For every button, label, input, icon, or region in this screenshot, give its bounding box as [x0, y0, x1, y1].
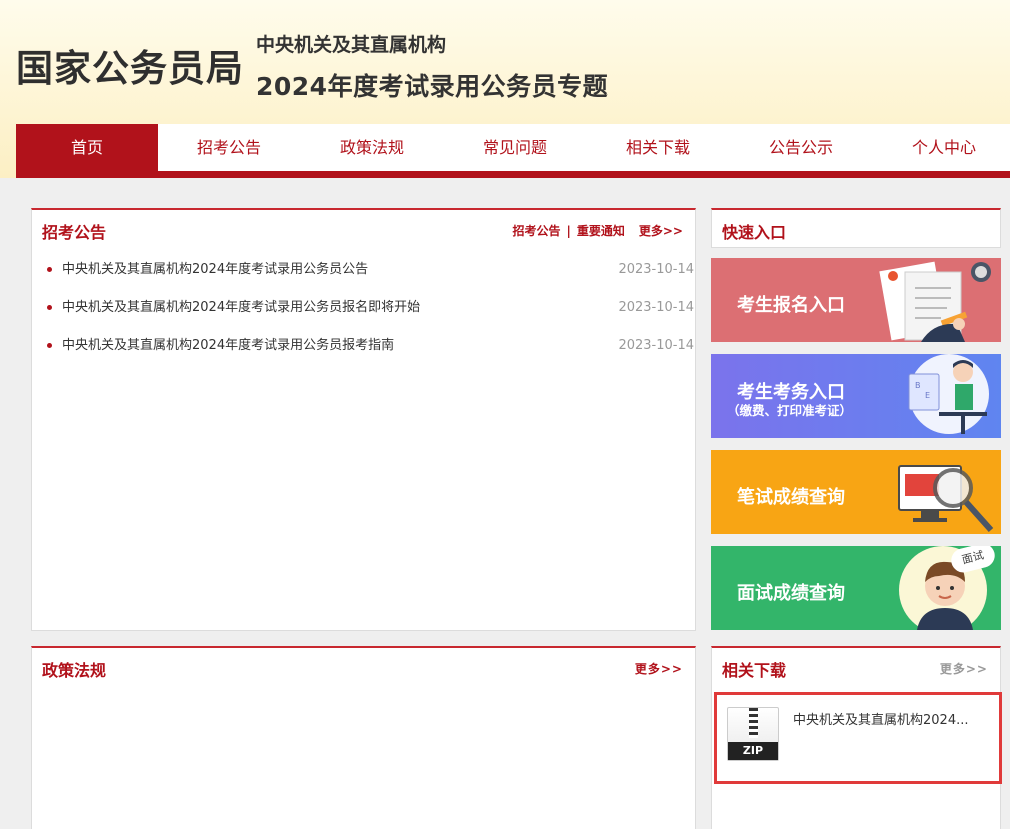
bullet-icon	[47, 343, 52, 348]
list-item-date: 2023-10-14	[618, 262, 694, 277]
zip-label: ZIP	[728, 742, 778, 760]
downloads-title: 相关下载	[722, 661, 787, 680]
topic-title: 中央机关及其直属机构 2024年度考试录用公务员专题	[256, 30, 608, 103]
quick-entry-header: 快速入口	[711, 208, 1001, 248]
announcements-list: 中央机关及其直属机构2024年度考试录用公务员公告 2023-10-14 中央机…	[44, 262, 694, 376]
exam-affairs-entry-button[interactable]: 考生考务入口 （缴费、打印准考证） B E	[711, 354, 1001, 438]
topic-title-line1: 中央机关及其直属机构	[256, 34, 447, 56]
announcements-panel: 招考公告 招考公告 | 重要通知 更多>> 中央机关及其直属机构2024年度考试录用公…	[31, 208, 696, 631]
form-document-icon	[879, 261, 991, 342]
link-separator: |	[566, 224, 571, 238]
nav-personal-center[interactable]: 个人中心	[873, 124, 1010, 172]
magnifier-monitor-icon	[898, 465, 994, 532]
written-exam-score-button[interactable]: 笔试成绩查询	[711, 450, 1001, 534]
policy-panel: 政策法规 更多>>	[31, 646, 696, 829]
written-exam-score-label: 笔试成绩查询	[737, 487, 845, 508]
nav-faq[interactable]: 常见问题	[444, 124, 586, 172]
main-nav: 首页 招考公告 政策法规 常见问题 相关下载 公告公示 个人中心	[16, 124, 1010, 172]
svg-text:B: B	[915, 381, 921, 390]
bullet-icon	[47, 267, 52, 272]
svg-text:E: E	[925, 391, 930, 400]
site-logo[interactable]: 国家公务员局	[16, 38, 244, 92]
download-item[interactable]: ZIP 中央机关及其直属机构2024...	[714, 692, 1002, 784]
announcements-more-link[interactable]: 更多>>	[639, 224, 683, 238]
nav-downloads[interactable]: 相关下载	[587, 124, 729, 172]
nav-announcements[interactable]: 招考公告	[158, 124, 300, 172]
list-item-title[interactable]: 中央机关及其直属机构2024年度考试录用公务员报考指南	[62, 338, 394, 354]
nav-notices[interactable]: 公告公示	[730, 124, 872, 172]
announcements-link[interactable]: 招考公告	[512, 224, 560, 238]
topic-title-line2: 2024年度考试录用公务员专题	[256, 72, 609, 101]
exam-affairs-entry-sublabel: （缴费、打印准考证）	[727, 403, 853, 418]
list-item: 中央机关及其直属机构2024年度考试录用公务员报考指南 2023-10-14	[44, 338, 694, 376]
list-item-title[interactable]: 中央机关及其直属机构2024年度考试录用公务员报名即将开始	[62, 300, 420, 316]
downloads-more-link[interactable]: 更多>>	[940, 660, 988, 677]
list-item: 中央机关及其直属机构2024年度考试录用公务员公告 2023-10-14	[44, 262, 694, 300]
registration-entry-button[interactable]: 考生报名入口	[711, 258, 1001, 342]
nav-home[interactable]: 首页	[16, 124, 158, 172]
list-item-date: 2023-10-14	[618, 300, 694, 315]
registration-entry-label: 考生报名入口	[737, 295, 845, 316]
list-item: 中央机关及其直属机构2024年度考试录用公务员报名即将开始 2023-10-14	[44, 300, 694, 338]
quick-entry-title: 快速入口	[722, 223, 787, 242]
list-item-date: 2023-10-14	[618, 338, 694, 353]
nav-policy[interactable]: 政策法规	[301, 124, 443, 172]
list-item-title[interactable]: 中央机关及其直属机构2024年度考试录用公务员公告	[62, 262, 368, 278]
zip-file-icon: ZIP	[727, 707, 779, 761]
computer-user-icon: B E	[908, 354, 989, 434]
announcements-links: 招考公告 | 重要通知 更多>>	[512, 222, 683, 239]
interview-score-label: 面试成绩查询	[737, 583, 845, 604]
policy-title: 政策法规	[42, 661, 107, 680]
announcements-title: 招考公告	[42, 223, 107, 242]
nav-underline	[16, 171, 1010, 178]
policy-more-link[interactable]: 更多>>	[635, 660, 683, 677]
download-file-title[interactable]: 中央机关及其直属机构2024...	[793, 709, 968, 728]
important-notice-link[interactable]: 重要通知	[577, 224, 625, 238]
zip-zipper-icon	[749, 708, 758, 738]
interview-score-button[interactable]: 面试成绩查询 面试	[711, 546, 1001, 630]
bullet-icon	[47, 305, 52, 310]
